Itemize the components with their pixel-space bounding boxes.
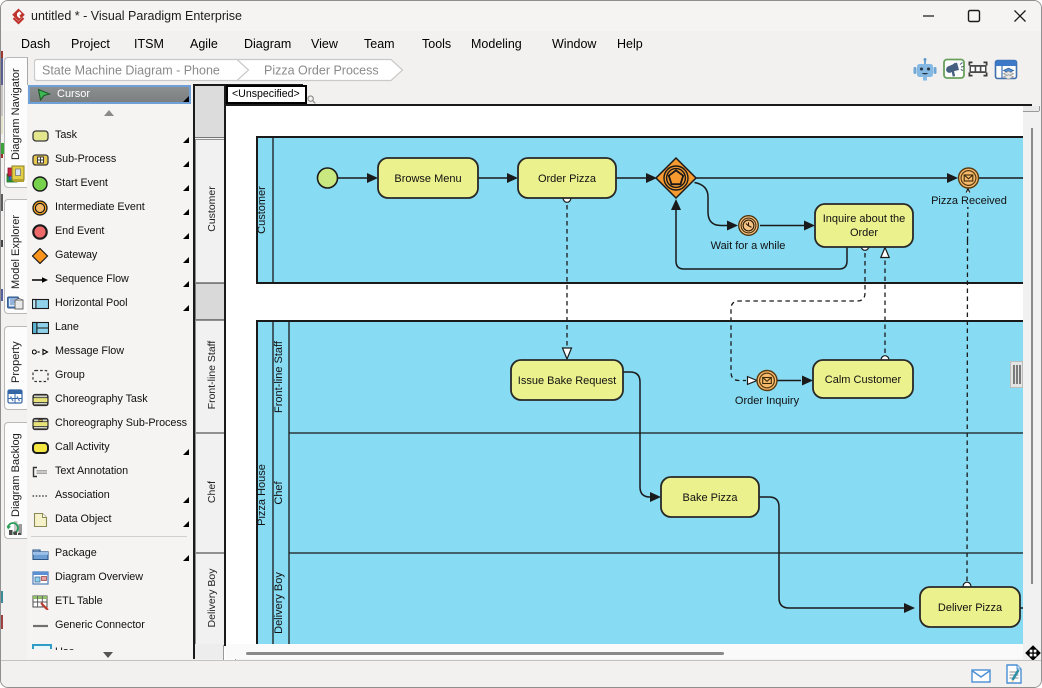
svg-text:Pizza House: Pizza House (256, 464, 268, 526)
svg-text:Browse Menu: Browse Menu (394, 173, 461, 185)
svg-text:Inquire about the: Inquire about the (823, 213, 906, 225)
svg-text:Order Pizza: Order Pizza (538, 173, 597, 185)
svg-text:Customer: Customer (256, 186, 268, 234)
svg-text:Deliver Pizza: Deliver Pizza (938, 602, 1003, 614)
svg-text:Pizza Received: Pizza Received (931, 195, 1007, 207)
svg-text:Calm Customer: Calm Customer (825, 374, 902, 386)
svg-text:State Machine Diagram - Phone: State Machine Diagram - Phone (42, 64, 220, 78)
svg-text:Issue Bake Request: Issue Bake Request (518, 375, 616, 387)
svg-text:Order Inquiry: Order Inquiry (735, 395, 800, 407)
svg-text:Wait for a while: Wait for a while (711, 240, 786, 252)
svg-text:Pizza Order Process: Pizza Order Process (264, 64, 379, 78)
svg-text:Front-line Staff: Front-line Staff (273, 340, 285, 413)
svg-text:Order: Order (850, 227, 878, 239)
svg-text:Chef: Chef (273, 480, 285, 504)
svg-text:Bake Pizza: Bake Pizza (682, 492, 738, 504)
svg-text:Delivery Boy: Delivery Boy (273, 572, 285, 634)
